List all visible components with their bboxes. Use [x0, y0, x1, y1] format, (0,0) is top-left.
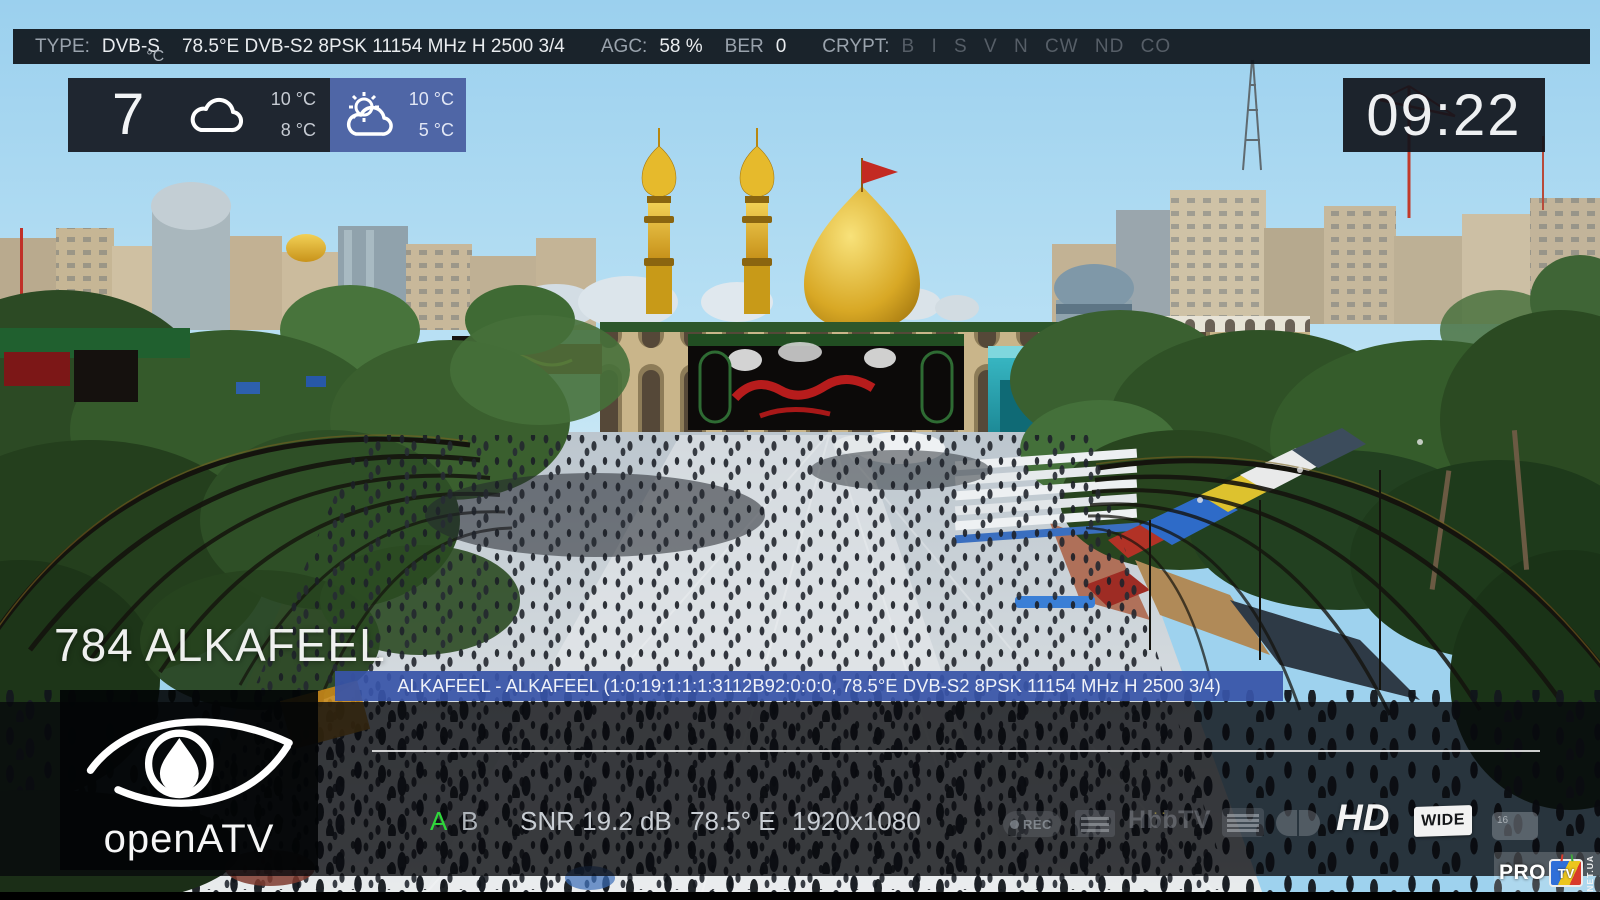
snr-value: SNR 19.2 dB	[520, 806, 672, 837]
channel-title: 784 ALKAFEEL	[54, 618, 386, 672]
ber-value: 0	[776, 36, 787, 58]
tuner-b-indicator: B	[461, 806, 478, 837]
tuner-info-bar: TYPE: DVB-S 78.5°E DVB-S2 8PSK 11154 MHz…	[13, 29, 1590, 64]
agc-value: 58 %	[659, 36, 702, 58]
drop-icon	[160, 738, 199, 793]
watermark-pro-text: PRO	[1499, 861, 1546, 885]
service-info-bar: ALKAFEEL - ALKAFEEL (1:0:19:1:1:1:3112B9…	[335, 671, 1283, 701]
ber-label: BER	[725, 36, 764, 58]
aspect-label: 16	[1497, 815, 1508, 826]
degree-unit: °C	[146, 48, 164, 65]
road-sign	[236, 382, 260, 394]
road-sign	[306, 376, 326, 387]
widescreen-icon: WIDE	[1414, 805, 1472, 837]
rec-dot-icon	[1010, 820, 1019, 829]
cloud-icon	[185, 92, 247, 138]
weather-forecast-panel: 10 °C 5 °C	[330, 78, 466, 152]
rec-icon: REC	[1003, 811, 1061, 837]
current-temperature: 7°C	[112, 78, 162, 152]
brand-name: openATV	[60, 817, 318, 862]
dolby-digital-icon	[1276, 810, 1320, 836]
black-banner	[688, 334, 964, 430]
video-resolution: 1920x1080	[792, 806, 921, 837]
service-reference-text: ALKAFEEL - ALKAFEEL (1:0:19:1:1:1:3112B9…	[397, 675, 1221, 697]
today-high: 10 °C	[271, 89, 316, 110]
forecast-low: 5 °C	[409, 120, 454, 141]
time-display: 09:22	[1366, 82, 1521, 149]
forecast-high: 10 °C	[409, 89, 454, 110]
wide-label: WIDE	[1421, 811, 1465, 831]
satellite-position: 78.5° E	[690, 806, 776, 837]
letterbox-bar	[0, 892, 1600, 900]
watermark-tv-text: TV	[1558, 866, 1575, 881]
today-minmax: 10 °C 8 °C	[271, 89, 316, 141]
transponder-info: 78.5°E DVB-S2 8PSK 11154 MHz H 2500 3/4	[182, 36, 565, 58]
brand-panel: openATV	[60, 690, 318, 870]
openatv-eye-logo	[84, 696, 294, 814]
tv-screen: TYPE: DVB-S 78.5°E DVB-S2 8PSK 11154 MHz…	[0, 0, 1600, 900]
protv-watermark: PRO TV NET.UA	[1494, 852, 1600, 895]
hbbtv-icon: .. HbbTV	[1128, 806, 1211, 835]
event-progress-line	[372, 750, 1540, 752]
sun-cloud-icon	[340, 90, 398, 140]
crypt-label: CRYPT:	[822, 36, 889, 58]
clock-panel: 09:22	[1343, 78, 1545, 152]
tv-logo-icon: TV	[1549, 859, 1583, 887]
today-low: 8 °C	[271, 120, 316, 141]
movielist-icon	[1075, 810, 1115, 837]
agc-label: AGC:	[601, 36, 647, 58]
aspect-ratio-icon: 16	[1492, 812, 1538, 840]
hd-icon: HD	[1336, 797, 1389, 839]
hbbtv-dots: ..	[1154, 805, 1170, 817]
teletext-icon	[1222, 808, 1264, 837]
type-label: TYPE:	[35, 36, 90, 58]
tuner-a-indicator: A	[430, 806, 447, 837]
crypt-flags: B I S V N CW ND CO	[902, 36, 1172, 58]
weather-current-panel: 7°C 10 °C 8 °C	[68, 78, 330, 152]
forecast-minmax: 10 °C 5 °C	[409, 89, 454, 141]
rec-label: REC	[1023, 817, 1052, 832]
watermark-netua-text: NET.UA	[1586, 855, 1595, 892]
